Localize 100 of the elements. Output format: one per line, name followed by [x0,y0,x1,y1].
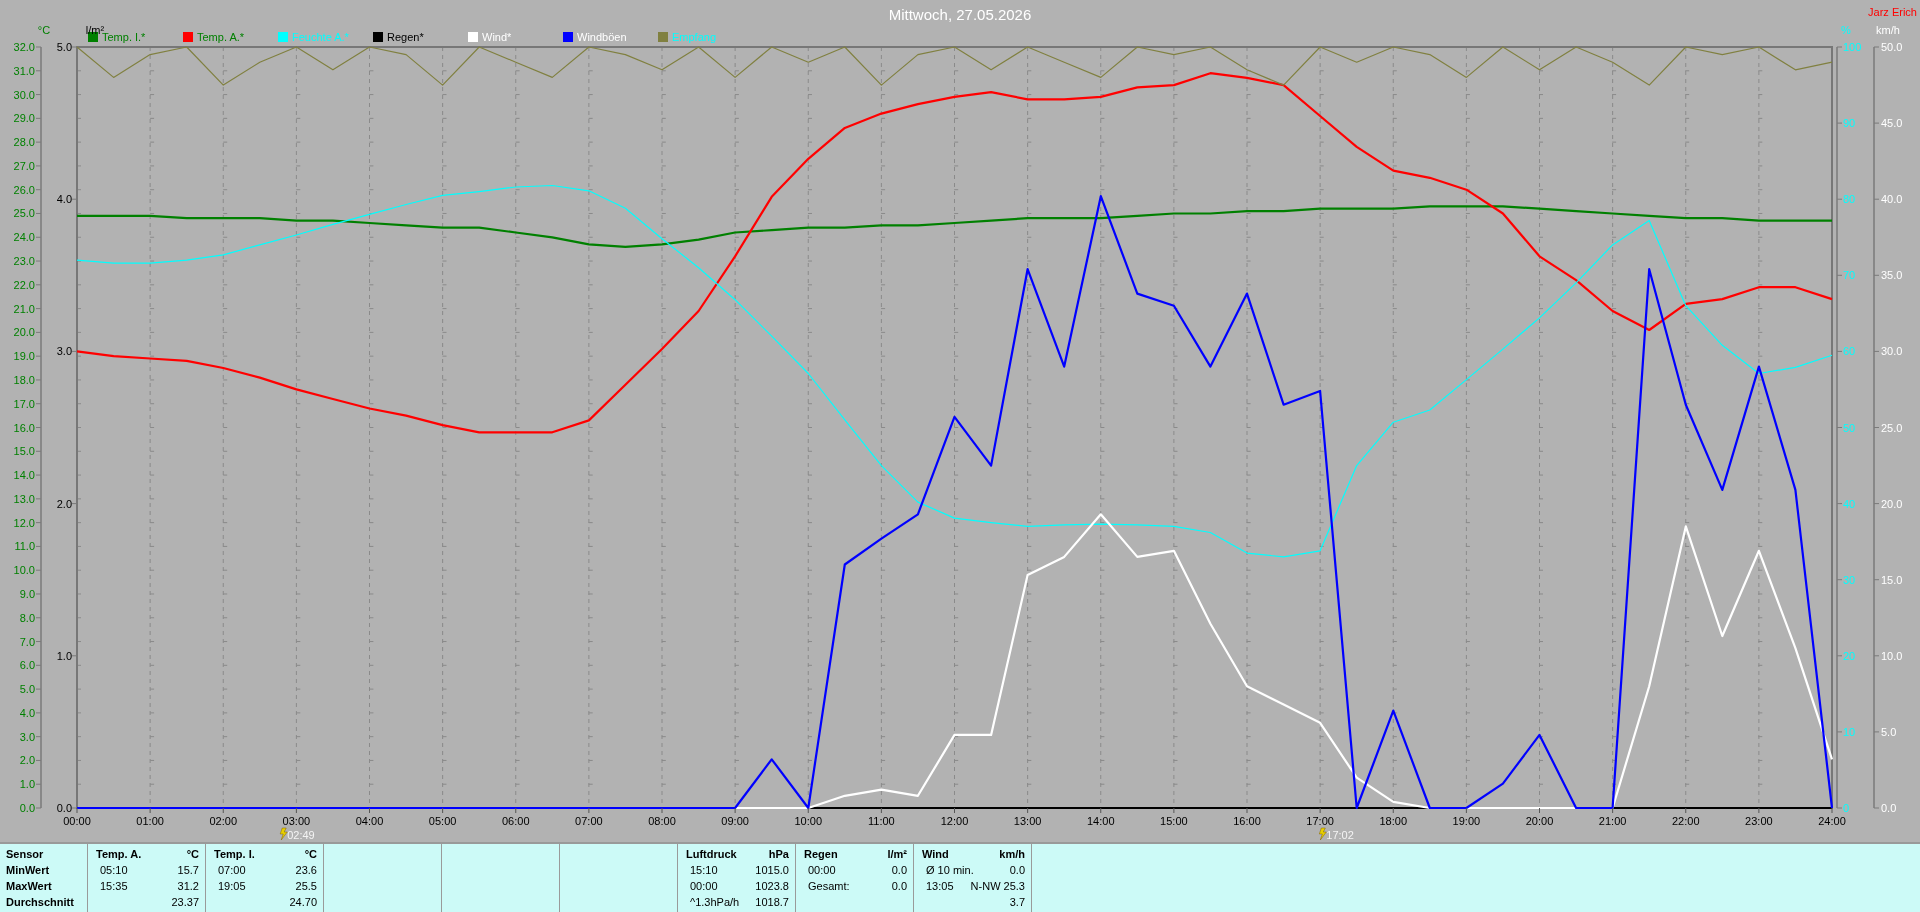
annotation-label: 02:49 [287,829,315,841]
legend-label: Feuchte A.* [292,31,349,43]
legend-label: Temp. I.* [102,31,146,43]
axis-tick-label: 31.0 [13,64,35,77]
axis-tick-label: 14.0 [13,469,35,482]
axis-tick-label: 1.0 [19,778,35,791]
axis-tick-label: 19.0 [13,350,35,363]
axis-tick-label: 4.0 [56,193,72,206]
chart-title: Mittwoch, 27.05.2026 [888,6,1032,23]
axis-tick-label: 22:00 [1672,815,1700,827]
axis-unit: % [1841,24,1851,36]
table-cell: 15:35 [100,880,128,892]
axis-tick-label: 0.0 [56,802,72,814]
axis-tick-label: 19:00 [1452,815,1481,827]
axis-tick-label: 16:00 [1233,815,1261,827]
table-cell: 05:10 [100,864,128,876]
axis-tick-label: 08:00 [648,815,676,827]
axis-tick-label: 7.0 [19,635,35,648]
axis-tick-label: 10 [1843,725,1856,738]
table-cell-text: N-NW 25.3 [970,879,1025,894]
axis-tick-label: 50.0 [1881,41,1903,53]
table-cell: Ø 10 min. [926,864,974,876]
table-cell-text: 0.0 [1009,863,1025,878]
column-header: Temp. A. [96,847,142,862]
legend-label: Wind* [482,31,512,43]
column-unit: °C [304,847,317,862]
annotation-label: 17:02 [1326,829,1354,841]
table-cell: 00:00 [808,864,836,876]
axis-tick-label: 18:00 [1379,815,1407,827]
column-header: Wind [922,847,949,862]
axis-tick-label: 04:00 [355,815,384,827]
axis-tick-label: 0.0 [19,802,35,814]
table-cell-text: 23.6 [295,863,317,878]
axis-tick-label: 16.0 [13,421,35,434]
axis-tick-label: 17.0 [13,397,35,410]
column-header: Regen [804,847,838,862]
row-label: Durchschnitt [6,895,75,910]
axis-tick-label: 5.0 [56,41,72,53]
axis-tick-label: 22.0 [13,278,35,291]
table-cell: 19:05 [218,880,246,892]
axis-tick-label: 07:00 [575,815,603,827]
axis-tick-label: 80 [1843,193,1856,206]
axis-tick-label: 2.0 [19,754,35,767]
axis-tick-label: 27.0 [13,159,35,172]
axis-tick-label: 20:00 [1525,815,1554,827]
axis-tick-label: 30.0 [13,88,35,101]
axis-tick-label: 05:00 [428,815,457,827]
axis-tick-label: 1.0 [56,649,72,662]
axis-tick-label: 45.0 [1881,117,1903,130]
axis-tick-label: 15.0 [1881,573,1903,586]
axis-tick-label: 50 [1843,421,1856,434]
row-label: Sensor [6,847,45,862]
axis-tick-label: 13:00 [1013,815,1042,827]
axis-tick-label: 15:00 [1160,815,1188,827]
axis-tick-label: 23.0 [13,255,35,268]
author-label: Jarz Erich [1868,6,1917,18]
axis-tick-label: 12:00 [940,815,969,827]
table-cell-text: 0.0 [891,863,907,878]
axis-tick-label: 20 [1843,649,1856,662]
axis-tick-label: 20.0 [13,326,35,339]
table-cell: 15:10 [690,864,718,876]
axis-tick-label: 9.0 [19,587,35,600]
axis-tick-label: 3.0 [19,730,35,743]
axis-tick-label: 40.0 [1881,193,1903,206]
axis-tick-label: 0.0 [1881,802,1897,814]
axis-tick-label: 25.0 [1881,421,1903,434]
axis-tick-label: 21.0 [13,302,35,315]
table-cell: 13:05 [926,880,954,892]
axis-tick-label: 00:00 [63,815,91,827]
table-cell-text: 23.37 [171,895,199,910]
table-cell-text: 1018.7 [755,895,789,910]
row-label: MaxWert [6,879,53,894]
legend-label: Windböen [577,31,627,43]
axis-unit: l/m² [85,24,105,36]
axis-tick-label: 10.0 [13,564,35,577]
axis-tick-label: 3.0 [56,345,72,358]
axis-tick-label: 11.0 [14,540,35,553]
axis-tick-label: 30.0 [1881,345,1903,358]
axis-tick-label: 26.0 [13,183,35,196]
axis-tick-label: 10.0 [1881,649,1903,662]
table-cell-text: 1023.8 [755,879,789,894]
axis-tick-label: 12.0 [13,516,35,529]
axis-tick-label: 03:00 [282,815,311,827]
column-unit: °C [186,847,199,862]
axis-tick-label: 35.0 [1881,269,1903,282]
axis-tick-label: 09:00 [721,815,749,827]
legend-label: Empfang [672,31,717,43]
axis-tick-label: 5.0 [19,683,35,696]
column-header: Temp. I. [214,847,255,862]
legend-label: Regen* [387,31,424,43]
axis-tick-label: 4.0 [19,706,35,719]
legend-label: Temp. A.* [197,31,245,43]
axis-tick-label: 0 [1843,802,1850,814]
axis-tick-label: 06:00 [502,815,530,827]
axis-tick-label: 90 [1843,117,1856,130]
axis-unit: km/h [1876,24,1900,36]
table-cell-text: 15.7 [177,863,199,878]
axis-unit: °C [37,24,51,36]
table-cell: 07:00 [218,864,246,876]
axis-tick-label: 2.0 [56,497,72,510]
